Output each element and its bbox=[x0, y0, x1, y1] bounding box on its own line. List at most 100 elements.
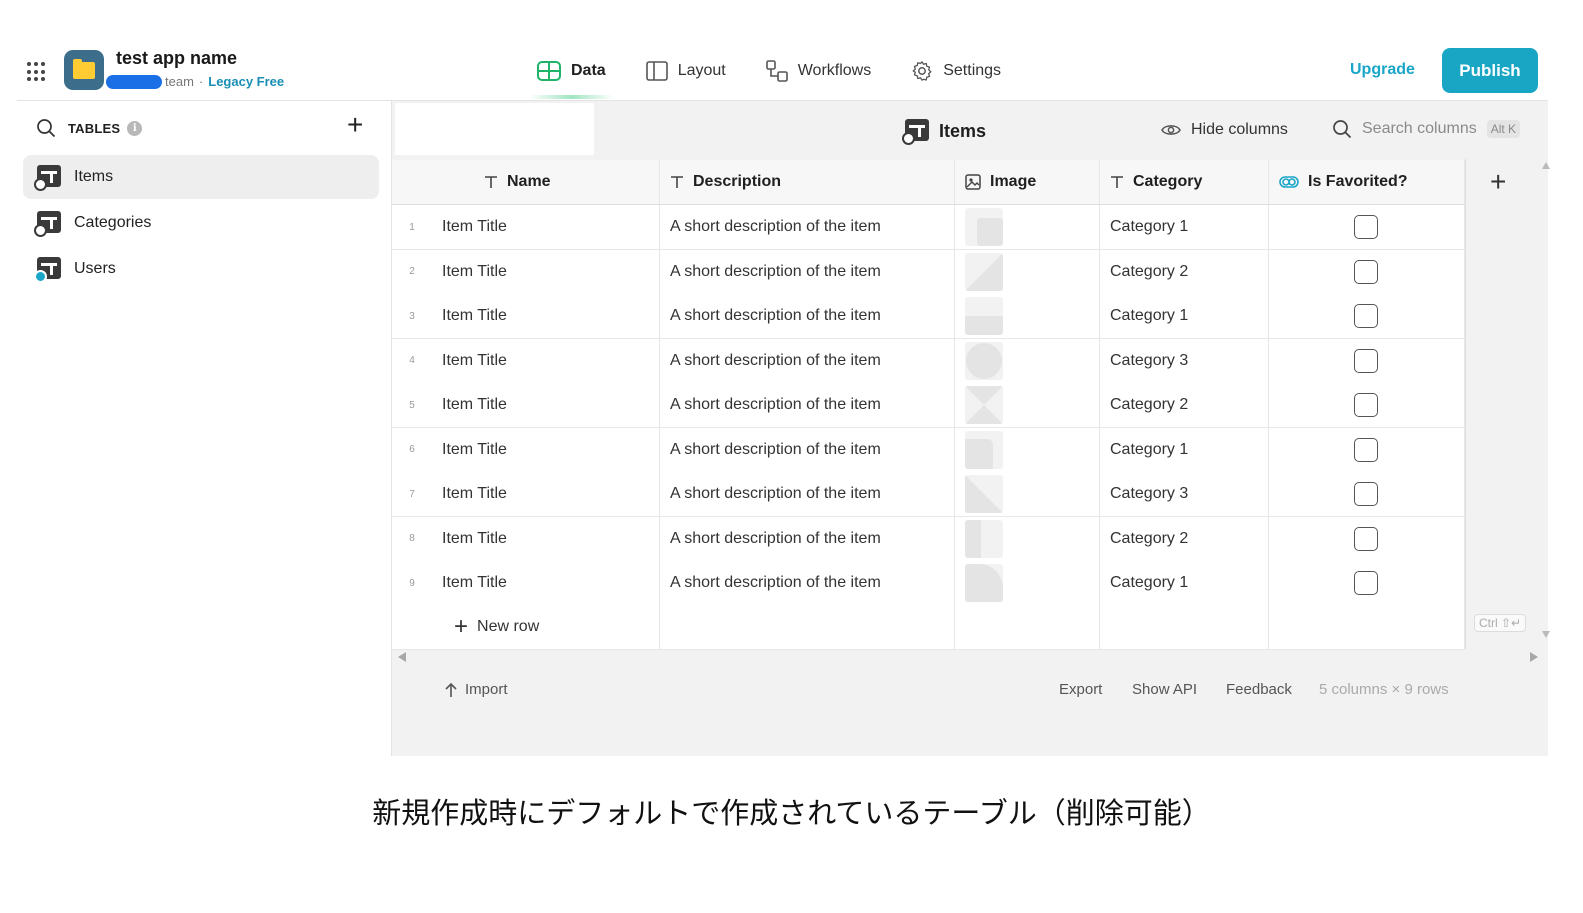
tab-layout[interactable]: Layout bbox=[645, 61, 726, 81]
table-row[interactable]: 6 Item Title A short description of the it… bbox=[392, 427, 1465, 473]
category-cell[interactable]: Category 1 bbox=[1100, 205, 1269, 249]
search-columns-input[interactable]: Search columns Alt K bbox=[1332, 119, 1521, 139]
tab-settings[interactable]: Settings bbox=[911, 60, 1001, 82]
table-row[interactable]: 2 Item Title A short description of the it… bbox=[392, 249, 1465, 295]
name-cell[interactable]: Item Title bbox=[432, 338, 660, 383]
image-cell[interactable] bbox=[955, 472, 1100, 516]
image-cell[interactable] bbox=[955, 516, 1100, 561]
image-cell[interactable] bbox=[955, 249, 1100, 294]
image-cell[interactable] bbox=[955, 383, 1100, 427]
data-editor: Items Hide columns Search columns Alt K … bbox=[392, 101, 1550, 756]
apps-grid-icon[interactable] bbox=[27, 62, 47, 82]
scroll-up-arrow[interactable] bbox=[1542, 162, 1550, 169]
sidebar-item-users[interactable]: Users bbox=[23, 247, 379, 291]
search-icon[interactable] bbox=[36, 118, 56, 138]
column-header-is-favorited[interactable]: Is Favorited? bbox=[1269, 160, 1465, 204]
scroll-down-arrow[interactable] bbox=[1542, 631, 1550, 638]
table-row[interactable]: 5 Item Title A short description of the it… bbox=[392, 383, 1465, 428]
scroll-left-arrow[interactable] bbox=[398, 652, 406, 662]
description-cell[interactable]: A short description of the item bbox=[660, 472, 955, 516]
table-row[interactable]: 3 Item Title A short description of the it… bbox=[392, 294, 1465, 339]
favorited-checkbox[interactable] bbox=[1354, 259, 1378, 284]
name-cell[interactable]: Item Title bbox=[432, 561, 660, 605]
description-cell[interactable]: A short description of the item bbox=[660, 294, 955, 338]
category-cell[interactable]: Category 3 bbox=[1100, 472, 1269, 516]
plan-label[interactable]: Legacy Free bbox=[208, 74, 284, 89]
sidebar-item-items[interactable]: Items bbox=[23, 155, 379, 199]
description-cell[interactable]: A short description of the item bbox=[660, 561, 955, 605]
info-icon[interactable]: i bbox=[127, 120, 143, 136]
new-row-button[interactable]: + New row bbox=[402, 615, 539, 639]
show-api-button[interactable]: Show API bbox=[1132, 681, 1197, 698]
tab-data[interactable]: Data bbox=[529, 61, 614, 99]
app-name[interactable]: test app name bbox=[116, 48, 237, 69]
column-header-name[interactable]: Name bbox=[432, 160, 660, 204]
hide-columns-button[interactable]: Hide columns bbox=[1161, 121, 1288, 139]
tab-workflows[interactable]: Workflows bbox=[765, 60, 871, 82]
export-button[interactable]: Export bbox=[1059, 681, 1102, 698]
name-cell[interactable]: Item Title bbox=[432, 472, 660, 516]
favorited-checkbox[interactable] bbox=[1354, 437, 1378, 462]
image-cell[interactable] bbox=[955, 294, 1100, 338]
category-cell[interactable]: Category 1 bbox=[1100, 427, 1269, 472]
table-row[interactable]: 8 Item Title A short description of the it… bbox=[392, 516, 1465, 562]
column-label: Description bbox=[693, 173, 782, 190]
favorited-checkbox[interactable] bbox=[1354, 348, 1378, 373]
favorited-checkbox[interactable] bbox=[1354, 393, 1378, 417]
description-cell[interactable]: A short description of the item bbox=[660, 427, 955, 472]
app-logo[interactable] bbox=[64, 50, 104, 90]
category-cell[interactable]: Category 2 bbox=[1100, 249, 1269, 294]
sidebar-item-categories[interactable]: Categories bbox=[23, 201, 379, 245]
image-thumbnail bbox=[965, 208, 1003, 246]
name-cell[interactable]: Item Title bbox=[432, 516, 660, 561]
boolean-type-icon bbox=[1279, 176, 1299, 188]
horizontal-scrollbar[interactable] bbox=[392, 648, 1542, 662]
category-cell[interactable]: Category 2 bbox=[1100, 383, 1269, 427]
description-cell[interactable]: A short description of the item bbox=[660, 383, 955, 427]
favorited-checkbox[interactable] bbox=[1354, 215, 1378, 239]
table-row[interactable]: 1 Item Title A short description of the it… bbox=[392, 205, 1465, 250]
name-cell[interactable]: Item Title bbox=[432, 383, 660, 427]
publish-button[interactable]: Publish bbox=[1442, 48, 1538, 93]
import-button[interactable]: Import bbox=[445, 681, 508, 698]
favorited-checkbox[interactable] bbox=[1354, 482, 1378, 506]
add-table-button[interactable]: + bbox=[347, 111, 363, 139]
name-cell[interactable]: Item Title bbox=[432, 205, 660, 249]
favorited-checkbox[interactable] bbox=[1354, 571, 1378, 595]
column-header-description[interactable]: Description bbox=[660, 160, 955, 204]
image-thumbnail bbox=[965, 564, 1003, 602]
column-header-category[interactable]: Category bbox=[1100, 160, 1269, 204]
image-cell[interactable] bbox=[955, 338, 1100, 383]
table-row[interactable]: 9 Item Title A short description of the it… bbox=[392, 561, 1465, 606]
sidebar: TABLES i + Items Categories Users bbox=[17, 101, 392, 756]
category-cell[interactable]: Category 1 bbox=[1100, 294, 1269, 338]
add-column-button[interactable]: + bbox=[1490, 166, 1506, 198]
name-cell[interactable]: Item Title bbox=[432, 249, 660, 294]
favorited-cell bbox=[1269, 472, 1465, 516]
description-cell[interactable]: A short description of the item bbox=[660, 249, 955, 294]
table-row[interactable]: 4 Item Title A short description of the it… bbox=[392, 338, 1465, 384]
name-cell[interactable]: Item Title bbox=[432, 427, 660, 472]
image-cell[interactable] bbox=[955, 205, 1100, 249]
category-cell[interactable]: Category 2 bbox=[1100, 516, 1269, 561]
sidebar-item-label: Users bbox=[74, 260, 116, 277]
favorited-cell bbox=[1269, 383, 1465, 427]
category-cell[interactable]: Category 3 bbox=[1100, 338, 1269, 383]
category-cell[interactable]: Category 1 bbox=[1100, 561, 1269, 605]
description-cell[interactable]: A short description of the item bbox=[660, 205, 955, 249]
image-cell[interactable] bbox=[955, 427, 1100, 472]
scroll-right-arrow[interactable] bbox=[1530, 652, 1538, 662]
favorited-cell bbox=[1269, 338, 1465, 383]
favorited-checkbox[interactable] bbox=[1354, 304, 1378, 328]
column-header-image[interactable]: Image bbox=[955, 160, 1100, 204]
upgrade-link[interactable]: Upgrade bbox=[1350, 61, 1415, 79]
feedback-button[interactable]: Feedback bbox=[1226, 681, 1292, 698]
description-cell[interactable]: A short description of the item bbox=[660, 516, 955, 561]
image-cell[interactable] bbox=[955, 561, 1100, 605]
name-cell[interactable]: Item Title bbox=[432, 294, 660, 338]
description-cell[interactable]: A short description of the item bbox=[660, 338, 955, 383]
image-thumbnail bbox=[965, 386, 1003, 424]
table-tab-area bbox=[395, 103, 594, 155]
table-row[interactable]: 7 Item Title A short description of the it… bbox=[392, 472, 1465, 517]
favorited-checkbox[interactable] bbox=[1354, 526, 1378, 551]
